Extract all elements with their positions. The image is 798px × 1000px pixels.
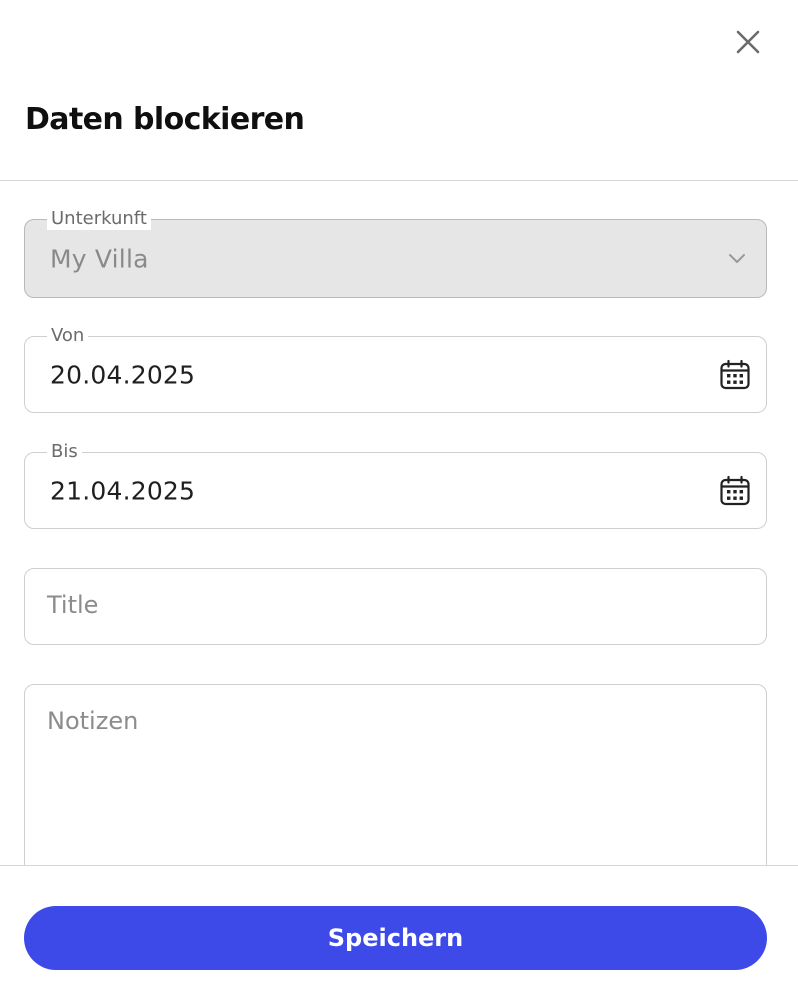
accommodation-select[interactable]: Unterkunft My Villa — [24, 208, 767, 298]
dialog-footer: Speichern — [0, 865, 798, 1000]
chevron-down-icon — [726, 248, 748, 270]
notes-textarea[interactable]: Notizen — [24, 684, 767, 884]
from-date-label: Von — [47, 325, 89, 347]
from-date-field[interactable]: Von 20.04.2025 — [24, 325, 767, 413]
title-placeholder: Title — [47, 591, 99, 619]
from-date-value: 20.04.2025 — [50, 360, 196, 389]
save-button[interactable]: Speichern — [24, 906, 767, 970]
dialog-title: Daten blockieren — [25, 102, 305, 137]
calendar-icon[interactable] — [718, 474, 752, 508]
block-dates-dialog: Daten blockieren Unterkunft My Villa Von… — [0, 0, 798, 1000]
header-divider — [0, 180, 798, 181]
to-date-value: 21.04.2025 — [50, 476, 196, 505]
to-date-label: Bis — [47, 441, 82, 463]
close-icon — [736, 30, 760, 54]
title-input[interactable]: Title — [24, 568, 767, 645]
accommodation-value: My Villa — [50, 244, 149, 273]
accommodation-label: Unterkunft — [47, 208, 151, 230]
to-date-field[interactable]: Bis 21.04.2025 — [24, 441, 767, 529]
close-button[interactable] — [728, 22, 768, 62]
calendar-icon[interactable] — [718, 358, 752, 392]
notes-placeholder: Notizen — [47, 707, 139, 735]
